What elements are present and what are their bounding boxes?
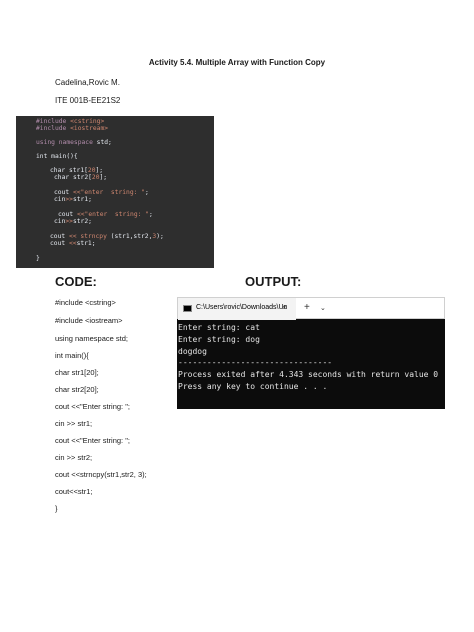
code-heading: CODE:: [55, 274, 97, 289]
code-line: cout<<str1;: [55, 487, 93, 496]
code-line: cin >> str2;: [55, 453, 93, 462]
terminal-line: dogdog: [178, 347, 207, 356]
editor-line: cin>>str1;: [54, 196, 92, 203]
terminal-icon: [183, 305, 192, 312]
editor-line: cin>>str2;: [54, 218, 92, 225]
code-line: using namespace std;: [55, 334, 128, 343]
editor-line: cout << strncpy (str1,str2,3);: [50, 233, 164, 240]
terminal-line: Enter string: dog: [178, 335, 260, 344]
terminal-line: Press any key to continue . . .: [178, 382, 328, 391]
code-line: cout <<"Enter string: ";: [55, 436, 130, 445]
new-tab-button[interactable]: +: [304, 302, 310, 313]
code-line: #include <iostream>: [55, 316, 123, 325]
terminal-line: Process exited after 4.343 seconds with …: [178, 370, 439, 379]
section-code: ITE 001B-EE21S2: [55, 96, 121, 105]
code-line: char str2[20];: [55, 385, 99, 394]
editor-line: cout <<str1;: [50, 240, 96, 247]
code-line: cout <<"Enter string: ";: [55, 402, 130, 411]
author-name: Cadelina,Rovic M.: [55, 78, 120, 87]
code-editor-screenshot: #include <cstring> #include <iostream> u…: [16, 116, 214, 268]
editor-line: #include <iostream>: [36, 125, 109, 132]
close-icon[interactable]: ×: [282, 303, 287, 312]
code-line: char str1[20];: [55, 368, 99, 377]
code-line: int main(){: [55, 351, 89, 360]
code-line: #include <cstring>: [55, 298, 116, 307]
editor-line: char str2[20];: [54, 174, 108, 181]
editor-line: using namespace std;: [36, 139, 112, 146]
editor-line: char str1[20];: [50, 167, 104, 174]
terminal-line: Enter string: cat: [178, 323, 260, 332]
terminal-tab-title: C:\Users\rovic\Downloads\Un: [196, 304, 288, 311]
code-line: cin >> str1;: [55, 419, 93, 428]
terminal-line: --------------------------------: [178, 358, 333, 367]
terminal-titlebar: C:\Users\rovic\Downloads\Un × + ⌄: [177, 297, 445, 320]
code-line: }: [55, 504, 58, 513]
terminal-window: C:\Users\rovic\Downloads\Un × + ⌄ Enter …: [177, 297, 445, 409]
editor-line: cout <<"enter string: ";: [58, 211, 153, 218]
chevron-down-icon[interactable]: ⌄: [320, 304, 326, 312]
document-title: Activity 5.4. Multiple Array with Functi…: [148, 58, 326, 67]
editor-line: int main(){: [36, 153, 78, 160]
code-line: cout <<strncpy(str1,str2, 3);: [55, 470, 147, 479]
editor-line: #include <cstring>: [36, 118, 105, 125]
terminal-tab[interactable]: C:\Users\rovic\Downloads\Un ×: [178, 298, 296, 320]
editor-line: cout <<"enter string: ";: [54, 189, 149, 196]
editor-line: }: [36, 255, 40, 262]
output-heading: OUTPUT:: [245, 274, 302, 289]
